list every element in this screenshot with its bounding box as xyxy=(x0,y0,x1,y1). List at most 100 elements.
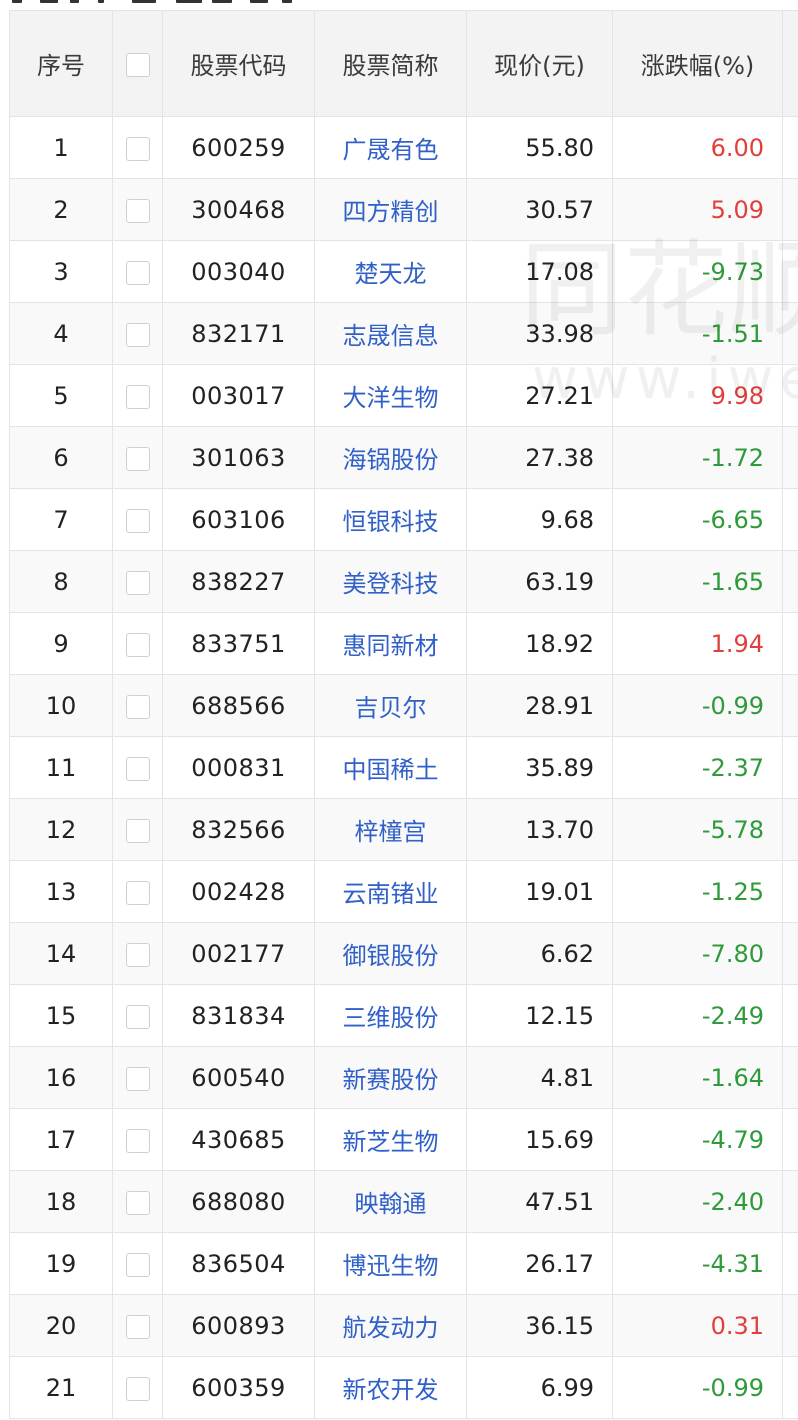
row-select-checkbox[interactable] xyxy=(125,1314,150,1339)
row-select-cell[interactable] xyxy=(112,1046,163,1109)
row-select-cell[interactable] xyxy=(112,984,163,1047)
table-row[interactable]: 19 836504 博迅生物 26.17 -4.31 xyxy=(9,1232,798,1295)
stock-name-link[interactable]: 航发动力 xyxy=(314,1294,467,1357)
row-select-cell[interactable] xyxy=(112,426,163,489)
table-row[interactable]: 21 600359 新农开发 6.99 -0.99 xyxy=(9,1356,798,1419)
stock-price: 9.68 xyxy=(466,488,613,551)
stock-name-link[interactable]: 志晟信息 xyxy=(314,302,467,365)
row-select-checkbox[interactable] xyxy=(125,632,150,657)
stock-name-link[interactable]: 新芝生物 xyxy=(314,1108,467,1171)
row-select-checkbox[interactable] xyxy=(125,942,150,967)
table-row[interactable]: 10 688566 吉贝尔 28.91 -0.99 xyxy=(9,674,798,737)
row-select-cell[interactable] xyxy=(112,922,163,985)
table-row[interactable]: 11 000831 中国稀土 35.89 -2.37 xyxy=(9,736,798,799)
stock-name-link[interactable]: 梓橦宫 xyxy=(314,798,467,861)
row-select-checkbox[interactable] xyxy=(125,756,150,781)
stock-name-link[interactable]: 映翰通 xyxy=(314,1170,467,1233)
row-select-cell[interactable] xyxy=(112,240,163,303)
row-select-checkbox[interactable] xyxy=(125,1004,150,1029)
row-extra-cell xyxy=(782,922,798,985)
table-row[interactable]: 5 003017 大洋生物 27.21 9.98 xyxy=(9,364,798,427)
row-select-checkbox[interactable] xyxy=(125,1252,150,1277)
row-select-cell[interactable] xyxy=(112,612,163,675)
table-row[interactable]: 20 600893 航发动力 36.15 0.31 xyxy=(9,1294,798,1357)
row-select-cell[interactable] xyxy=(112,302,163,365)
row-select-cell[interactable] xyxy=(112,674,163,737)
table-row[interactable]: 8 838227 美登科技 63.19 -1.65 xyxy=(9,550,798,613)
table-row[interactable]: 12 832566 梓橦宫 13.70 -5.78 xyxy=(9,798,798,861)
row-select-checkbox[interactable] xyxy=(125,198,150,223)
row-select-cell[interactable] xyxy=(112,860,163,923)
select-all-checkbox[interactable] xyxy=(125,52,150,77)
table-row[interactable]: 3 003040 楚天龙 17.08 -9.73 xyxy=(9,240,798,303)
row-select-checkbox[interactable] xyxy=(125,1128,150,1153)
table-row[interactable]: 1 600259 广晟有色 55.80 6.00 xyxy=(9,116,798,179)
table-row[interactable]: 7 603106 恒银科技 9.68 -6.65 xyxy=(9,488,798,551)
stock-name-link[interactable]: 楚天龙 xyxy=(314,240,467,303)
table-row[interactable]: 6 301063 海锅股份 27.38 -1.72 xyxy=(9,426,798,489)
row-select-checkbox[interactable] xyxy=(125,136,150,161)
row-select-checkbox[interactable] xyxy=(125,818,150,843)
table-row[interactable]: 13 002428 云南锗业 19.01 -1.25 xyxy=(9,860,798,923)
stock-name-link[interactable]: 美登科技 xyxy=(314,550,467,613)
row-select-checkbox[interactable] xyxy=(125,1066,150,1091)
stock-change-percent: -1.25 xyxy=(612,860,783,923)
stock-name-link[interactable]: 中国稀土 xyxy=(314,736,467,799)
row-select-cell[interactable] xyxy=(112,1356,163,1419)
stock-name-link[interactable]: 海锅股份 xyxy=(314,426,467,489)
row-select-cell[interactable] xyxy=(112,550,163,613)
table-row[interactable]: 2 300468 四方精创 30.57 5.09 xyxy=(9,178,798,241)
row-select-checkbox[interactable] xyxy=(125,570,150,595)
row-select-checkbox[interactable] xyxy=(125,1190,150,1215)
stock-results-table: 序号 股票代码 股票简称 现价(元) 涨跌幅(%) 1 600259 广晟有色 55.… xyxy=(9,10,798,1419)
table-row[interactable]: 16 600540 新赛股份 4.81 -1.64 xyxy=(9,1046,798,1109)
row-select-checkbox[interactable] xyxy=(125,446,150,471)
row-extra-cell xyxy=(782,1170,798,1233)
row-select-cell[interactable] xyxy=(112,1170,163,1233)
header-change[interactable]: 涨跌幅(%) xyxy=(612,10,783,117)
row-select-cell[interactable] xyxy=(112,1232,163,1295)
row-select-cell[interactable] xyxy=(112,1294,163,1357)
stock-name-link[interactable]: 广晟有色 xyxy=(314,116,467,179)
row-select-checkbox[interactable] xyxy=(125,322,150,347)
row-select-checkbox[interactable] xyxy=(125,1376,150,1401)
header-name[interactable]: 股票简称 xyxy=(314,10,467,117)
row-select-checkbox[interactable] xyxy=(125,694,150,719)
row-select-cell[interactable] xyxy=(112,488,163,551)
row-select-cell[interactable] xyxy=(112,178,163,241)
header-select-all[interactable] xyxy=(112,10,163,117)
row-select-cell[interactable] xyxy=(112,798,163,861)
stock-name-link[interactable]: 大洋生物 xyxy=(314,364,467,427)
row-select-cell[interactable] xyxy=(112,116,163,179)
row-select-checkbox[interactable] xyxy=(125,384,150,409)
row-select-checkbox[interactable] xyxy=(125,508,150,533)
stock-name-link[interactable]: 吉贝尔 xyxy=(314,674,467,737)
stock-name-link[interactable]: 云南锗业 xyxy=(314,860,467,923)
stock-name-link[interactable]: 御银股份 xyxy=(314,922,467,985)
stock-code: 600259 xyxy=(162,116,315,179)
stock-name-link[interactable]: 恒银科技 xyxy=(314,488,467,551)
table-row[interactable]: 18 688080 映翰通 47.51 -2.40 xyxy=(9,1170,798,1233)
row-select-checkbox[interactable] xyxy=(125,880,150,905)
header-price[interactable]: 现价(元) xyxy=(466,10,613,117)
table-row[interactable]: 14 002177 御银股份 6.62 -7.80 xyxy=(9,922,798,985)
row-select-checkbox[interactable] xyxy=(125,260,150,285)
table-row[interactable]: 17 430685 新芝生物 15.69 -4.79 xyxy=(9,1108,798,1171)
table-row[interactable]: 4 832171 志晟信息 33.98 -1.51 xyxy=(9,302,798,365)
row-index: 1 xyxy=(9,116,113,179)
row-select-cell[interactable] xyxy=(112,1108,163,1171)
stock-name-link[interactable]: 新农开发 xyxy=(314,1356,467,1419)
table-row[interactable]: 9 833751 惠同新材 18.92 1.94 xyxy=(9,612,798,675)
stock-name-link[interactable]: 新赛股份 xyxy=(314,1046,467,1109)
stock-change-percent: 9.98 xyxy=(612,364,783,427)
stock-name-link[interactable]: 惠同新材 xyxy=(314,612,467,675)
row-extra-cell xyxy=(782,488,798,551)
table-row[interactable]: 15 831834 三维股份 12.15 -2.49 xyxy=(9,984,798,1047)
row-index: 19 xyxy=(9,1232,113,1295)
row-select-cell[interactable] xyxy=(112,364,163,427)
row-select-cell[interactable] xyxy=(112,736,163,799)
stock-name-link[interactable]: 博迅生物 xyxy=(314,1232,467,1295)
header-code[interactable]: 股票代码 xyxy=(162,10,315,117)
stock-name-link[interactable]: 四方精创 xyxy=(314,178,467,241)
stock-name-link[interactable]: 三维股份 xyxy=(314,984,467,1047)
